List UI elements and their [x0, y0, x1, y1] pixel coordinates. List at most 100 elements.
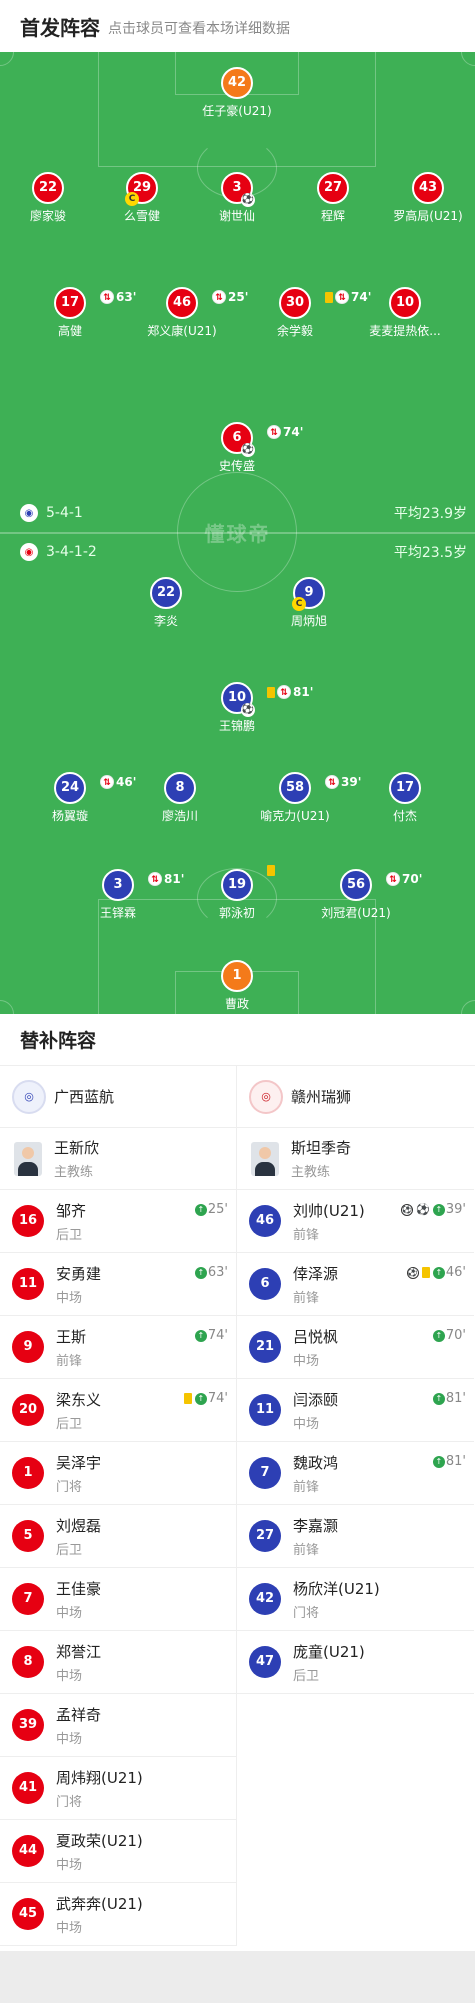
yellow-card-icon — [421, 1267, 430, 1278]
away-player[interactable]: 8 廖浩川 — [115, 772, 245, 824]
goal-icon: ⚽ — [241, 193, 255, 207]
player-number: 3 — [113, 877, 123, 892]
home-player[interactable]: 42 任子豪(U21) — [172, 67, 302, 119]
substituted-in-icon: ↑ — [194, 1203, 207, 1216]
sub-in-minute: 81' — [445, 1454, 466, 1469]
away-player[interactable]: 19 郭泳初 — [172, 865, 302, 921]
sub-player-name: 王佳豪 — [56, 1579, 102, 1598]
sub-player-row[interactable]: 42 杨欣洋(U21) 门将 — [237, 1568, 474, 1631]
away-player[interactable]: 17 付杰 — [340, 772, 470, 824]
sub-player-name: 邹齐 — [56, 1201, 87, 1220]
sub-minute: 74' — [283, 425, 304, 439]
sub-player-position: 中场 — [56, 1731, 83, 1747]
player-number-badge: 58 ⇅ 39' — [279, 772, 361, 804]
player-number: 46 — [172, 295, 192, 310]
sub-player-row[interactable]: 7 王佳豪 中场 — [0, 1568, 236, 1631]
sub-events: ⚽ ⚽ ↑ 39' — [401, 1202, 466, 1217]
coach-avatar — [251, 1141, 279, 1176]
home-player[interactable]: 43 罗高局(U21) — [363, 172, 475, 224]
home-player[interactable]: 6 ⚽ ⇅ 74' 史传盛 — [172, 422, 303, 474]
goal-icon: ⚽ — [401, 1203, 414, 1216]
player-name: 郭泳初 — [218, 906, 255, 920]
home-player[interactable]: 46 ⇅ 25' 郑义康(U21) — [117, 287, 248, 339]
sub-player-row[interactable]: 1 吴泽宇 门将 — [0, 1442, 236, 1505]
sub-player-row[interactable]: 47 庞童(U21) 后卫 — [237, 1631, 474, 1694]
home-subs-list: 16 邹齐 后卫 ↑ 25' 11 安勇建 中场 ↑ 63' 9 王斯 前锋 ↑ 74' 20 梁东义 后卫 ↑ 74… — [0, 1190, 236, 1946]
player-number-badge: 1 — [12, 1457, 44, 1489]
sub-player-row[interactable]: 16 邹齐 后卫 ↑ 25' — [0, 1190, 236, 1253]
away-team-header[interactable]: ◎ 赣州瑞狮 — [237, 1066, 474, 1128]
player-number: 56 — [346, 877, 366, 892]
away-team-name: 赣州瑞狮 — [291, 1088, 352, 1106]
sub-player-position: 中场 — [56, 1668, 83, 1684]
player-number-badge: 7 — [12, 1583, 44, 1615]
away-player[interactable]: 1 曹政 — [172, 960, 302, 1012]
player-number: 10 — [395, 295, 415, 310]
player-number-badge: 29 C — [125, 172, 158, 206]
home-coach[interactable]: 王新欣 主教练 — [0, 1128, 236, 1190]
away-subs-list: 46 刘帅(U21) 前锋 ⚽ ⚽ ↑ 39' 6 倖泽源 前锋 ⚽ ↑ 46' 21 吕悦枫 中场 ↑ 70' 1… — [237, 1190, 474, 1694]
sub-player-row[interactable]: 39 孟祥奇 中场 — [0, 1694, 236, 1757]
home-player[interactable]: 17 ⇅ 63' 高健 — [5, 287, 136, 339]
away-player[interactable]: 22 李炎 — [101, 577, 231, 629]
player-number: 17 — [60, 295, 80, 310]
substituted-out-icon: ⇅ — [277, 685, 291, 699]
player-name: 罗高局(U21) — [393, 209, 463, 223]
player-name: 郑义康(U21) — [147, 324, 217, 338]
sub-in-minute: 74' — [207, 1391, 228, 1406]
player-number: 8 — [175, 780, 185, 795]
sub-events: ↑ 81' — [432, 1391, 466, 1406]
sub-player-row[interactable]: 5 刘煜磊 后卫 — [0, 1505, 236, 1568]
player-name: 高健 — [57, 324, 82, 338]
sub-player-row[interactable]: 46 刘帅(U21) 前锋 ⚽ ⚽ ↑ 39' — [237, 1190, 474, 1253]
player-events: ⇅ 70' — [386, 865, 422, 893]
home-avg-age: 平均23.9岁 — [393, 506, 467, 522]
sub-player-position: 后卫 — [56, 1416, 83, 1432]
coach-role: 主教练 — [291, 1165, 331, 1180]
player-number: 24 — [60, 780, 80, 795]
player-number: 9 — [304, 585, 314, 600]
sub-player-row[interactable]: 41 周炜翔(U21) 门将 — [0, 1757, 236, 1820]
home-team-logo-icon: ◎ — [12, 1079, 46, 1114]
sub-in-minute: 63' — [207, 1265, 228, 1280]
sub-player-row[interactable]: 21 吕悦枫 中场 ↑ 70' — [237, 1316, 474, 1379]
away-player[interactable]: 9 C 周炳旭 — [244, 577, 374, 629]
assist-icon: ⚽ — [241, 703, 255, 717]
player-name: 付杰 — [392, 809, 417, 823]
player-number-badge: 45 — [12, 1898, 44, 1930]
sub-player-row[interactable]: 7 魏政鸿 前锋 ↑ 81' — [237, 1442, 474, 1505]
player-number-badge: 27 — [317, 172, 349, 204]
away-player[interactable]: 56 ⇅ 70' 刘冠君(U21) — [291, 869, 422, 921]
substituted-out-icon: ⇅ — [325, 775, 339, 789]
home-player[interactable]: 10 麦麦提热依... — [340, 287, 470, 339]
sub-player-row[interactable]: 9 王斯 前锋 ↑ 74' — [0, 1316, 236, 1379]
sub-player-row[interactable]: 44 夏政荣(U21) 中场 — [0, 1820, 236, 1883]
player-name: 李炎 — [153, 614, 178, 628]
sub-player-row[interactable]: 20 梁东义 后卫 ↑ 74' — [0, 1379, 236, 1442]
home-team-header[interactable]: ◎ 广西蓝航 — [0, 1066, 236, 1128]
player-number-badge: 6 ⚽ ⇅ 74' — [221, 422, 303, 457]
sub-player-row[interactable]: 45 武奔奔(U21) 中场 — [0, 1883, 236, 1946]
player-number: 6 — [232, 430, 242, 445]
player-number-badge: 9 — [12, 1331, 44, 1363]
player-number: 30 — [285, 295, 305, 310]
sub-player-row[interactable]: 27 李嘉灏 前锋 — [237, 1505, 474, 1568]
sub-player-row[interactable]: 8 郑誉江 中场 — [0, 1631, 236, 1694]
player-number-badge: 21 — [249, 1331, 281, 1363]
sub-player-row[interactable]: 6 倖泽源 前锋 ⚽ ↑ 46' — [237, 1253, 474, 1316]
away-player[interactable]: 3 ⇅ 81' 王铎霖 — [53, 869, 184, 921]
away-player[interactable]: 10 ⚽ ⇅ 81' 王锦鹏 — [172, 682, 313, 734]
football-pitch: 懂球帝 ◉ 5-4-1 平均23.9岁 ◉ 3-4-1-2 平均23.5岁 42 任子… — [0, 52, 475, 1014]
sub-player-row[interactable]: 11 闫添颐 中场 ↑ 81' — [237, 1379, 474, 1442]
player-number-badge: 22 — [150, 577, 182, 609]
player-number: 42 — [227, 75, 247, 90]
player-number-badge: 24 ⇅ 46' — [54, 772, 136, 804]
lineup-header: 首发阵容 点击球员可查看本场详细数据 — [0, 0, 475, 52]
player-events: ⇅ 74' — [267, 418, 303, 446]
corner-arc-bl — [0, 1000, 14, 1014]
player-number-badge: 16 — [12, 1205, 44, 1237]
sub-player-name: 吴泽宇 — [56, 1453, 102, 1472]
substitutes-title: 替补阵容 — [0, 1014, 475, 1066]
away-coach[interactable]: 斯坦季奇 主教练 — [237, 1128, 474, 1190]
sub-player-row[interactable]: 11 安勇建 中场 ↑ 63' — [0, 1253, 236, 1316]
